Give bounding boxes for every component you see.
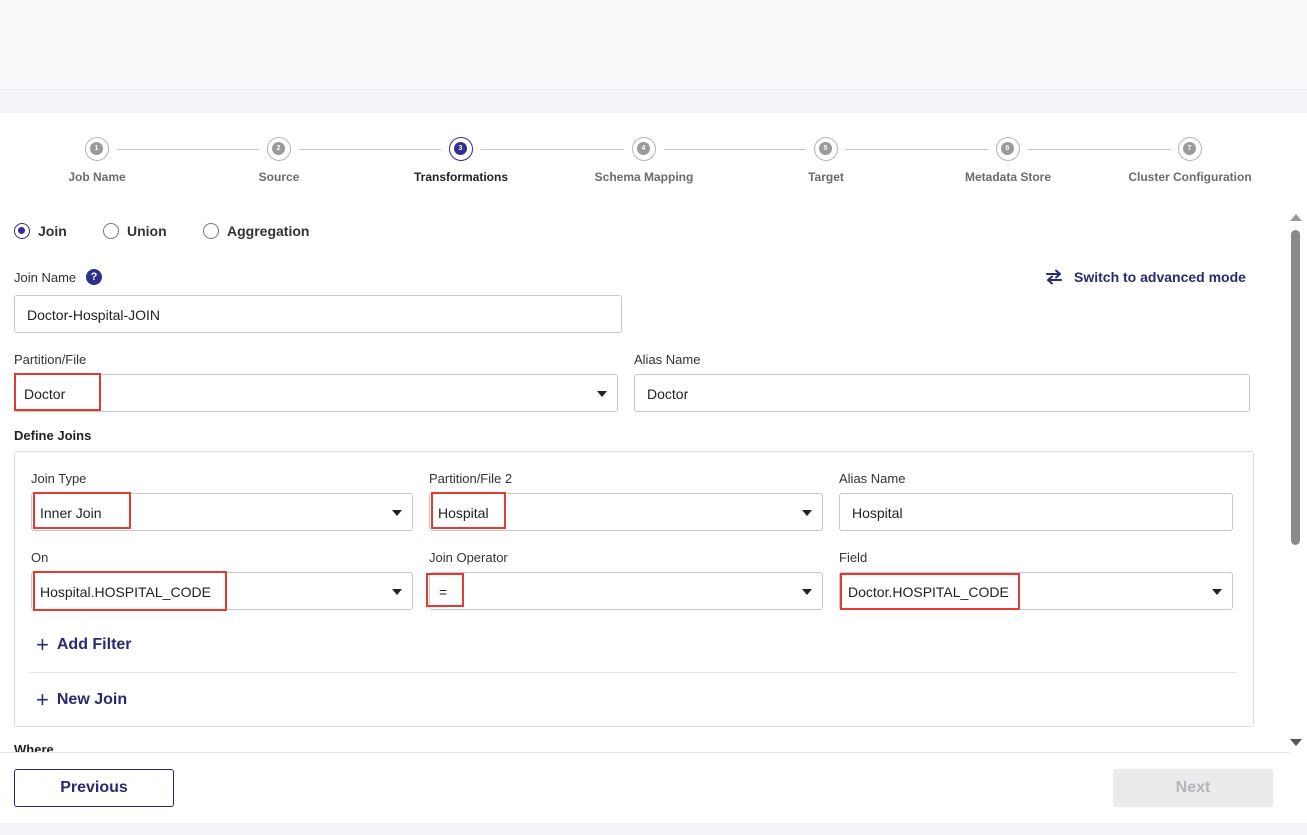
plus-icon: + xyxy=(36,687,49,712)
step-indicator: 7 xyxy=(1178,137,1202,161)
plus-icon: + xyxy=(36,632,49,657)
step-indicator: 4 xyxy=(632,137,656,161)
radio-label: Aggregation xyxy=(227,223,310,239)
step-label: Job Name xyxy=(68,170,126,184)
switch-advanced-mode-link[interactable]: Switch to advanced mode xyxy=(1044,269,1246,285)
on-value: Hospital.HOSPITAL_CODE xyxy=(40,584,211,600)
bottom-band xyxy=(0,823,1307,835)
step-indicator: 1 xyxy=(85,137,109,161)
step-transformations[interactable]: 3 Transformations xyxy=(381,137,541,184)
switch-advanced-mode-label: Switch to advanced mode xyxy=(1074,269,1246,285)
join-name-input[interactable]: Doctor-Hospital-JOIN xyxy=(14,295,622,333)
swap-arrows-icon xyxy=(1046,269,1062,285)
add-filter-label: Add Filter xyxy=(56,636,132,653)
add-filter-button[interactable]: + Add Filter xyxy=(36,632,132,657)
partition-file-value: Doctor xyxy=(24,386,66,402)
header-gap xyxy=(0,91,1307,113)
join-type-label: Join Type xyxy=(31,471,87,486)
alias-name-input[interactable]: Doctor xyxy=(634,374,1250,412)
scroll-down-arrow-icon[interactable] xyxy=(1290,739,1302,746)
join-operator-label: Join Operator xyxy=(429,550,508,565)
step-metadata-store[interactable]: 6 Metadata Store xyxy=(928,137,1088,184)
partition-file-2-select[interactable]: Hospital xyxy=(429,493,823,531)
step-cluster-configuration[interactable]: 7 Cluster Configuration xyxy=(1110,137,1270,184)
radio-circle xyxy=(14,223,30,239)
step-indicator: 5 xyxy=(814,137,838,161)
radio-aggregation[interactable]: Aggregation xyxy=(203,223,309,239)
alias-name-value: Doctor xyxy=(647,386,689,402)
radio-circle xyxy=(103,223,119,239)
join-type-value: Inner Join xyxy=(40,505,102,521)
divider xyxy=(30,672,1237,673)
new-join-button[interactable]: + New Join xyxy=(36,687,128,712)
radio-join[interactable]: Join xyxy=(14,223,67,239)
wizard-stepper: 1 Job Name 2 Source 3 Transformations 4 … xyxy=(0,137,1280,187)
alias-name-2-value: Hospital xyxy=(852,505,903,521)
step-label: Source xyxy=(258,170,300,184)
on-label: On xyxy=(31,550,49,565)
caret-down-icon xyxy=(392,589,402,595)
join-operator-value: = xyxy=(439,584,448,600)
join-name-label: Join Name xyxy=(14,270,77,285)
scroll-up-arrow-icon[interactable] xyxy=(1290,214,1302,221)
caret-down-icon xyxy=(392,510,402,516)
step-label: Target xyxy=(808,170,844,184)
radio-label: Union xyxy=(127,223,167,239)
previous-button[interactable]: Previous xyxy=(14,769,174,807)
field-label: Field xyxy=(839,550,868,565)
step-target[interactable]: 5 Target xyxy=(746,137,906,184)
join-operator-select[interactable]: = xyxy=(429,572,823,610)
where-title: Where xyxy=(14,742,54,752)
partition-file-2-value: Hospital xyxy=(438,505,489,521)
caret-down-icon xyxy=(802,510,812,516)
field-value: Doctor.HOSPITAL_CODE xyxy=(848,584,1009,600)
step-schema-mapping[interactable]: 4 Schema Mapping xyxy=(564,137,724,184)
radio-union[interactable]: Union xyxy=(103,223,167,239)
radio-circle xyxy=(203,223,219,239)
join-type-select[interactable]: Inner Join xyxy=(31,493,413,531)
scrollbar-thumb[interactable] xyxy=(1291,230,1300,545)
new-join-label: New Join xyxy=(56,691,128,708)
partition-file-label: Partition/File xyxy=(14,352,87,367)
alias-name-2-input[interactable]: Hospital xyxy=(839,493,1233,531)
step-label: Schema Mapping xyxy=(594,170,694,184)
step-label: Cluster Configuration xyxy=(1128,170,1252,184)
top-header xyxy=(0,0,1307,90)
next-button[interactable]: Next xyxy=(1113,769,1273,807)
join-name-value: Doctor-Hospital-JOIN xyxy=(27,307,161,323)
step-indicator: 3 xyxy=(449,137,473,161)
field-select[interactable]: Doctor.HOSPITAL_CODE xyxy=(839,572,1233,610)
partition-file-2-label: Partition/File 2 xyxy=(429,471,513,486)
radio-label: Join xyxy=(38,223,67,239)
step-job-name[interactable]: 1 Job Name xyxy=(17,137,177,184)
caret-down-icon xyxy=(802,589,812,595)
on-select[interactable]: Hospital.HOSPITAL_CODE xyxy=(31,572,413,610)
step-indicator: 6 xyxy=(996,137,1020,161)
alias-name-label: Alias Name xyxy=(634,352,701,367)
help-icon[interactable]: ? xyxy=(86,269,102,285)
wizard-footer xyxy=(0,752,1290,823)
alias-name-2-label: Alias Name xyxy=(839,471,906,486)
define-joins-title: Define Joins xyxy=(14,428,92,443)
step-source[interactable]: 2 Source xyxy=(199,137,359,184)
step-label: Metadata Store xyxy=(964,170,1052,184)
step-label: Transformations xyxy=(413,170,509,184)
caret-down-icon xyxy=(1212,589,1222,595)
step-indicator: 2 xyxy=(267,137,291,161)
vertical-scrollbar[interactable] xyxy=(1288,212,1304,748)
partition-file-select[interactable]: Doctor xyxy=(14,374,618,412)
caret-down-icon xyxy=(597,391,607,397)
